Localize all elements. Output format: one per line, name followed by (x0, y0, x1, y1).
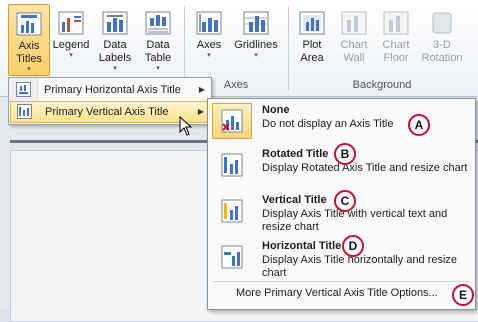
3d-rotation-button[interactable]: 3-D Rotation (418, 4, 466, 65)
option-rotated-title-desc: Display Rotated Axis Title and resize ch… (262, 162, 468, 174)
axes-icon (195, 10, 223, 36)
vertical-axis-title-icon (17, 104, 32, 119)
background-group-label: Background (352, 79, 412, 91)
chart-floor-label2: Floor (383, 52, 409, 64)
option-none[interactable]: None Do not display an Axis Title A (212, 103, 470, 143)
chart-floor-label1: Chart (382, 39, 410, 51)
callout-badge: C (334, 190, 356, 212)
horizontal-title-icon (212, 239, 252, 275)
plot-area-button[interactable]: Plot Area (292, 4, 332, 65)
axis-titles-icon (15, 11, 43, 37)
mouse-cursor-icon (179, 115, 193, 139)
chevron-down-icon: ▾ (113, 65, 117, 72)
3d-rotation-label2: Rotation (421, 52, 463, 64)
vertical-axis-title-dropdown: None Do not display an Axis Title A Rota… (207, 98, 476, 310)
chevron-down-icon: ▾ (27, 66, 31, 73)
chart-wall-label1: Chart (340, 39, 368, 51)
no-title-icon (212, 103, 252, 139)
3d-rotation-icon (428, 10, 456, 36)
gridlines-button[interactable]: Gridlines ▾ (230, 4, 282, 60)
chevron-right-icon: ▶ (198, 85, 205, 94)
primary-horizontal-axis-title-label: Primary Horizontal Axis Title (44, 84, 181, 96)
primary-horizontal-axis-title-item[interactable]: Primary Horizontal Axis Title ▶ (10, 80, 210, 100)
vertical-title-icon (212, 193, 252, 229)
data-labels-label2: Labels (98, 52, 132, 64)
plot-area-label2: Area (300, 52, 324, 64)
ribbon-separator (288, 6, 289, 90)
chevron-down-icon: ▾ (254, 52, 258, 59)
plot-area-label1: Plot (302, 39, 322, 51)
chevron-down-icon: ▾ (156, 65, 160, 72)
callout-badge: D (342, 235, 364, 257)
option-none-desc: Do not display an Axis Title (262, 118, 394, 130)
menu-separator (212, 281, 470, 282)
data-table-label2: Table (144, 52, 172, 64)
axis-titles-label2: Titles (16, 53, 42, 65)
callout-badge: A (408, 114, 430, 136)
chart-wall-label2: Wall (343, 52, 365, 64)
legend-button[interactable]: Legend ▾ (50, 4, 92, 60)
legend-icon (57, 10, 85, 36)
axis-titles-button[interactable]: Axis Titles ▾ (8, 4, 50, 76)
chart-floor-icon (382, 10, 410, 36)
data-table-button[interactable]: Data Table ▾ (138, 4, 178, 73)
chart-floor-button[interactable]: Chart Floor (376, 4, 416, 65)
chart-wall-button[interactable]: Chart Wall (334, 4, 374, 65)
callout-badge: E (452, 284, 474, 306)
3d-rotation-label1: 3-D (433, 39, 451, 51)
horizontal-axis-title-icon (16, 82, 31, 97)
data-labels-label1: Data (103, 39, 127, 51)
plot-area-icon (298, 10, 326, 36)
option-horizontal-title-desc: Display Axis Title horizontally and resi… (262, 254, 458, 279)
chevron-right-icon: ▶ (197, 107, 204, 116)
axes-button[interactable]: Axes ▾ (190, 4, 228, 60)
option-rotated-title[interactable]: Rotated Title Display Rotated Axis Title… (212, 143, 470, 191)
option-horizontal-title[interactable]: Horizontal Title Display Axis Title hori… (212, 235, 470, 283)
option-rotated-title-title: Rotated Title (262, 148, 329, 160)
chart-wall-icon (340, 10, 368, 36)
primary-vertical-axis-title-label: Primary Vertical Axis Title (45, 106, 169, 118)
rotated-title-icon (212, 147, 252, 183)
option-vertical-title[interactable]: Vertical Title Display Axis Title with v… (212, 190, 470, 237)
gridlines-label: Gridlines (234, 39, 278, 51)
option-horizontal-title-title: Horizontal Title (262, 240, 342, 252)
axis-titles-label1: Axis (18, 40, 40, 52)
callout-badge: B (334, 143, 356, 165)
gridlines-icon (242, 10, 270, 36)
axes-label: Axes (196, 39, 222, 51)
option-none-title: None (262, 104, 290, 116)
option-vertical-title-desc: Display Axis Title with vertical text an… (262, 208, 448, 233)
data-labels-button[interactable]: Data Labels ▾ (94, 4, 136, 73)
chevron-down-icon: ▾ (207, 52, 211, 59)
chevron-down-icon: ▾ (69, 52, 73, 59)
data-table-label1: Data (146, 39, 170, 51)
more-options-link[interactable]: More Primary Vertical Axis Title Options… (236, 287, 438, 299)
legend-label: Legend (52, 39, 90, 51)
data-table-icon (144, 10, 172, 36)
data-labels-icon (101, 10, 129, 36)
option-vertical-title-title: Vertical Title (262, 194, 327, 206)
